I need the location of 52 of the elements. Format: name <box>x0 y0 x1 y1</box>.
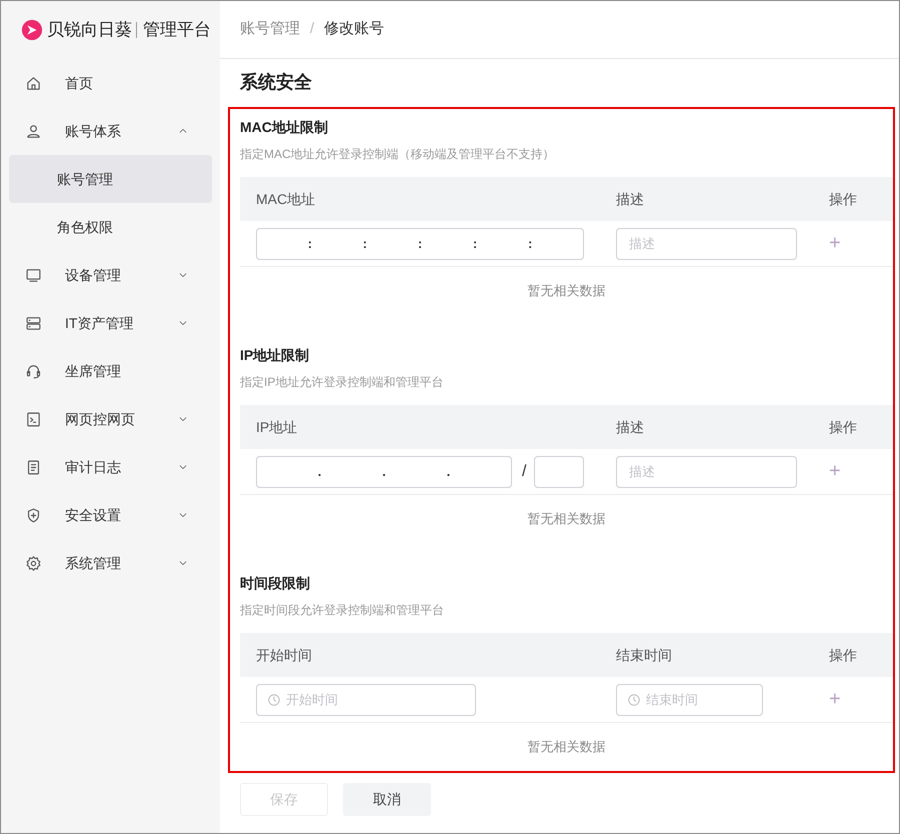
column-header: 描述 <box>616 190 644 206</box>
section-description: 指定时间段允许登录控制端和管理平台 <box>240 602 445 619</box>
sidebar-item[interactable]: IT资产管理 <box>9 299 212 347</box>
home-icon <box>25 74 42 92</box>
column-header: 结束时间 <box>616 646 672 662</box>
sidebar-subitem[interactable]: 角色权限 <box>9 203 212 251</box>
ip-address-field[interactable]: . . . <box>256 456 512 488</box>
breadcrumb-current: 修改账号 <box>324 19 384 40</box>
column-header: 操作 <box>829 418 857 434</box>
section-title: 时间段限制 <box>240 574 311 593</box>
mac-address-field[interactable]: : : : : : <box>256 228 584 260</box>
column-header: 操作 <box>829 646 857 662</box>
headset-icon <box>25 362 42 380</box>
empty-message: 暂无相关数据 <box>528 510 606 528</box>
sidebar-item[interactable]: 坐席管理 <box>9 347 212 395</box>
shield-icon <box>25 506 42 524</box>
section-description: 指定MAC地址允许登录控制端（移动端及管理平台不支持） <box>240 146 556 163</box>
sidebar-item[interactable]: 系统管理 <box>9 539 212 587</box>
monitor-icon <box>25 266 42 284</box>
sidebar-item[interactable]: 账号体系 <box>9 107 212 155</box>
breadcrumb-separator: / <box>310 19 314 40</box>
clock-icon <box>267 692 281 706</box>
sidebar-item[interactable]: 安全设置 <box>9 491 212 539</box>
brand-name: 贝锐向日葵 <box>47 19 132 42</box>
page-title: 系统安全 <box>238 71 313 94</box>
cancel-button[interactable]: 取消 <box>343 783 431 816</box>
section-title: MAC地址限制 <box>240 118 329 137</box>
slash-separator: / <box>522 462 526 482</box>
sidebar-item[interactable]: 网页控网页 <box>9 395 212 443</box>
breadcrumb-link[interactable]: 账号管理 <box>240 18 300 41</box>
user-icon <box>25 122 42 140</box>
sidebar-item[interactable]: 首页 <box>9 59 212 107</box>
column-header: 描述 <box>616 418 644 434</box>
sidebar-item[interactable]: 设备管理 <box>9 251 212 299</box>
gear-icon <box>25 554 42 572</box>
terminal-icon <box>25 410 42 428</box>
section-title: IP地址限制 <box>240 346 310 365</box>
sidebar-item[interactable]: 审计日志 <box>9 443 212 491</box>
column-header: IP地址 <box>256 418 298 436</box>
clock-icon <box>627 692 641 706</box>
sidebar-subitem[interactable]: 账号管理 <box>9 155 212 203</box>
column-header: 开始时间 <box>256 646 312 664</box>
section-description: 指定IP地址允许登录控制端和管理平台 <box>240 374 444 391</box>
empty-message: 暂无相关数据 <box>528 738 606 756</box>
empty-message: 暂无相关数据 <box>528 282 606 300</box>
subnet-mask-field[interactable] <box>534 456 584 488</box>
column-header: 操作 <box>829 190 857 206</box>
column-header: MAC地址 <box>256 190 316 208</box>
product-name: 管理平台 <box>136 22 211 38</box>
logo-icon <box>21 19 43 41</box>
document-icon <box>25 458 42 476</box>
server-icon <box>25 314 42 332</box>
